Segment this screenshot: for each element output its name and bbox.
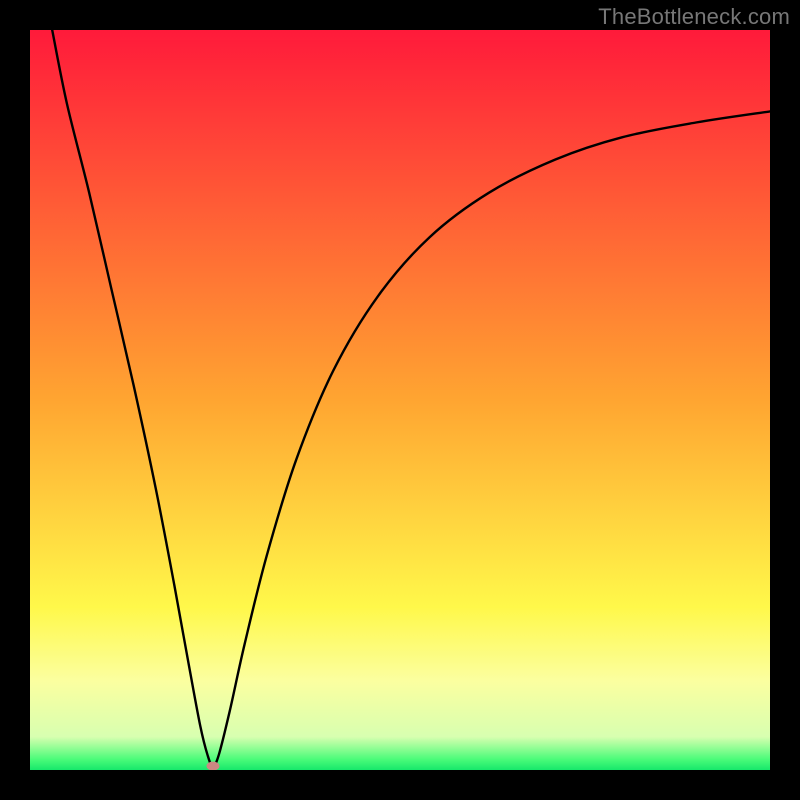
plot-area bbox=[30, 30, 770, 770]
chart-svg bbox=[30, 30, 770, 770]
watermark-text: TheBottleneck.com bbox=[598, 4, 790, 30]
gradient-rect bbox=[30, 30, 770, 770]
frame: TheBottleneck.com bbox=[0, 0, 800, 800]
